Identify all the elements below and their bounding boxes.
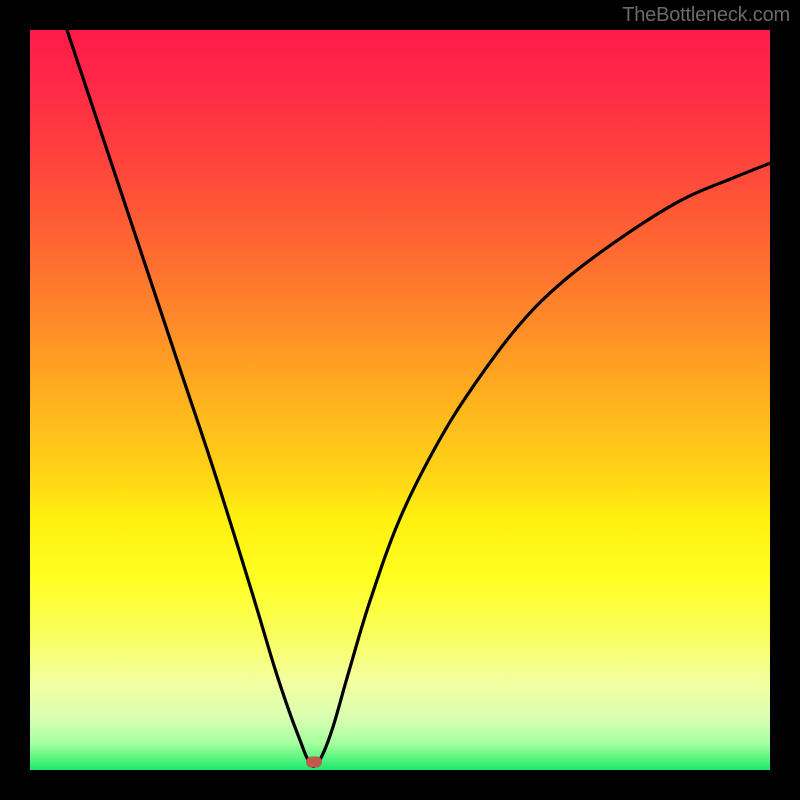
watermark-text: TheBottleneck.com: [622, 4, 790, 27]
background-gradient: [30, 30, 770, 770]
chart-frame: TheBottleneck.com: [0, 0, 800, 800]
plot-area: [30, 30, 770, 770]
minimum-marker: [306, 757, 322, 768]
